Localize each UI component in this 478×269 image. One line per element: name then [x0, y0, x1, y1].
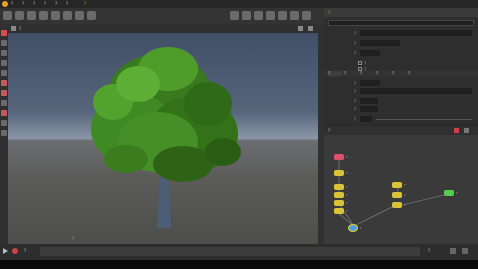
param-field[interactable] [360, 50, 380, 56]
tree-render [91, 47, 241, 228]
viewport[interactable]: ? ? [8, 24, 318, 244]
menu-item-2[interactable]: ? [22, 1, 32, 7]
param-field[interactable] [360, 106, 378, 112]
snap-icon[interactable] [1, 80, 7, 86]
network-node[interactable] [334, 200, 344, 206]
node-label: ? [346, 185, 348, 189]
param-label: ? [353, 117, 356, 122]
network-node[interactable] [334, 184, 344, 190]
title-bar: ? ? ? ? ? ? ? [0, 0, 478, 8]
network-node[interactable] [392, 182, 402, 188]
shelf-tool-icon[interactable] [51, 11, 60, 20]
param-field[interactable] [360, 98, 378, 104]
merge-node[interactable] [348, 224, 358, 232]
node-label: ? [404, 183, 406, 187]
brush-icon[interactable] [1, 90, 7, 96]
checkbox[interactable] [358, 61, 362, 65]
light-icon[interactable] [1, 130, 7, 136]
network-node[interactable] [444, 190, 454, 196]
menu-item-6[interactable]: ? [66, 1, 76, 7]
pose-icon[interactable] [1, 110, 7, 116]
view-icon[interactable] [1, 100, 7, 106]
houdini-logo-icon [2, 1, 8, 7]
shelf-tool-icon[interactable] [290, 11, 299, 20]
rotate-icon[interactable] [1, 50, 7, 56]
auto-key-icon[interactable] [450, 248, 456, 254]
menu-item-1[interactable]: ? [11, 1, 21, 7]
timeline-bar: ? ? [0, 244, 478, 260]
viewport-overlay-text: ? [72, 236, 75, 241]
shelf-tool-icon[interactable] [278, 11, 287, 20]
node-label: ? [404, 203, 406, 207]
menu-item-5[interactable]: ? [55, 1, 65, 7]
status-bar [0, 260, 478, 269]
network-node[interactable] [334, 208, 344, 214]
play-icon[interactable] [3, 248, 8, 254]
shelf-tool-icon[interactable] [254, 11, 263, 20]
param-label: ? [353, 51, 356, 56]
node-label: ? [360, 226, 362, 230]
node-label: ? [346, 201, 348, 205]
shelf-tool-icon[interactable] [75, 11, 84, 20]
measure-icon[interactable] [1, 120, 7, 126]
left-toolbar [0, 24, 8, 244]
param-field[interactable] [360, 116, 372, 122]
shelf-tool-icon[interactable] [302, 11, 311, 20]
node-name-field[interactable] [328, 20, 474, 26]
menu-item-4[interactable]: ? [44, 1, 54, 7]
node-label: ? [346, 209, 348, 213]
timeline-track[interactable] [40, 247, 420, 256]
param-slider[interactable] [376, 119, 472, 120]
network-node[interactable] [334, 154, 344, 160]
node-label: ? [346, 155, 348, 159]
menu-item-3[interactable]: ? [33, 1, 43, 7]
checkbox[interactable] [358, 67, 362, 71]
record-icon[interactable] [12, 248, 18, 254]
move-icon[interactable] [1, 40, 7, 46]
select-icon[interactable] [1, 30, 7, 36]
shelf-tool-icon[interactable] [39, 11, 48, 20]
param-label: ? [353, 81, 356, 86]
param-field[interactable] [360, 30, 472, 36]
parameter-list: ? ? ? ? ? ? ? ? ? ? [324, 28, 478, 124]
param-field[interactable] [360, 88, 472, 94]
frame-end[interactable]: ? [428, 248, 442, 254]
param-label: ? [364, 67, 367, 72]
network-node[interactable] [392, 202, 402, 208]
parameter-header: ? [324, 8, 478, 17]
shelf-tool-icon[interactable] [87, 11, 96, 20]
shelf-tool-icon[interactable] [230, 11, 239, 20]
shelf-tool-icon[interactable] [63, 11, 72, 20]
param-label: ? [353, 99, 356, 104]
node-name: ? [328, 10, 331, 15]
handle-icon[interactable] [1, 70, 7, 76]
frame-start[interactable]: ? [24, 248, 36, 254]
node-label: ? [346, 193, 348, 197]
node-label: ? [456, 191, 458, 195]
parameter-pane: ? ? ? ? ? ? ? ? ? ? ? ? ? ? ? ? ? [324, 8, 478, 124]
param-label: ? [353, 31, 356, 36]
node-label: ? [404, 193, 406, 197]
param-label: ? [353, 89, 356, 94]
network-node[interactable] [392, 192, 402, 198]
window-title: ? [84, 1, 87, 6]
shelf-tool-icon[interactable] [27, 11, 36, 20]
shelf-tool-icon[interactable] [15, 11, 24, 20]
param-field[interactable] [360, 40, 400, 46]
shelf-toolbar [0, 8, 324, 24]
param-field[interactable] [360, 80, 380, 86]
param-label: ? [353, 107, 356, 112]
network-editor[interactable]: ? ? ? ? ? ? ? ? ? ? ? ? [324, 126, 478, 244]
param-label: ? [353, 41, 356, 46]
node-label: ? [346, 171, 348, 175]
network-node[interactable] [334, 170, 344, 176]
network-node[interactable] [334, 192, 344, 198]
scale-icon[interactable] [1, 60, 7, 66]
settings-icon[interactable] [462, 248, 468, 254]
tree-canopy [91, 47, 241, 182]
shelf-tool-icon[interactable] [3, 11, 12, 20]
shelf-tool-icon[interactable] [266, 11, 275, 20]
shelf-tool-icon[interactable] [242, 11, 251, 20]
